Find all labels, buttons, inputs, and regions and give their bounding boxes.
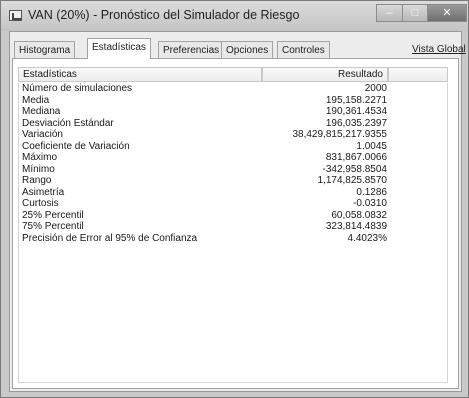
- maximize-icon: □: [411, 7, 419, 19]
- statistics-panel: Estadísticas Resultado Número de simulac…: [12, 58, 459, 389]
- row-value: 190,361.4534: [325, 106, 387, 117]
- tab-statistics[interactable]: Estadísticas: [87, 38, 151, 59]
- row-label: Asimetría: [22, 186, 65, 198]
- tab-options[interactable]: Opciones: [221, 41, 274, 58]
- row-label: Media: [22, 94, 50, 106]
- close-button[interactable]: ✕: [427, 4, 467, 22]
- row-label: Rango: [22, 175, 52, 186]
- row-value: 60,058.0832: [331, 209, 387, 221]
- row-value: 38,429,815,217.9355: [292, 129, 387, 140]
- row-label: Mediana: [22, 106, 61, 117]
- row-label: Precisión de Error al 95% de Confianza: [22, 232, 198, 244]
- table-row[interactable]: Coeficiente de Variación 1.0045: [18, 141, 398, 153]
- table-row[interactable]: Variación 38,429,815,217.9355: [18, 129, 398, 141]
- tab-histogram[interactable]: Histograma: [14, 41, 76, 58]
- table-row[interactable]: Media 195,158.2271: [18, 95, 398, 107]
- chart-app-icon: [9, 10, 22, 21]
- table-row[interactable]: 25% Percentil 60,058.0832: [18, 210, 398, 222]
- row-label: Variación: [22, 129, 63, 140]
- minimize-button[interactable]: –: [376, 4, 403, 22]
- row-label: 25% Percentil: [22, 209, 84, 221]
- table-row[interactable]: Curtosis -0.0310: [18, 198, 398, 210]
- empty-column-header: [388, 67, 448, 82]
- row-value: 4.4023%: [347, 232, 387, 244]
- table-row[interactable]: 75% Percentil 323,814.4839: [18, 221, 398, 233]
- forecast-window: VAN (20%) - Pronóstico del Simulador de …: [0, 0, 469, 398]
- row-label: Mínimo: [22, 163, 55, 175]
- row-value: -342,958.8504: [322, 163, 387, 175]
- row-value: 196,035.2397: [325, 117, 387, 129]
- row-value: 195,158.2271: [325, 94, 387, 106]
- statistics-rows: Número de simulaciones 2000 Media 195,158.…: [18, 83, 398, 244]
- result-column-header[interactable]: Resultado: [262, 67, 388, 82]
- row-value: 831,867.0066: [325, 152, 387, 163]
- row-label: Máximo: [22, 152, 58, 163]
- close-icon: ✕: [442, 7, 452, 19]
- table-row[interactable]: Máximo 831,867.0066: [18, 152, 398, 164]
- row-label: Número de simulaciones: [22, 83, 133, 94]
- row-value: -0.0310: [353, 198, 387, 209]
- title-bar[interactable]: VAN (20%) - Pronóstico del Simulador de …: [1, 1, 468, 31]
- row-value: 323,814.4839: [325, 221, 387, 232]
- table-row[interactable]: Número de simulaciones 2000: [18, 83, 398, 95]
- maximize-button[interactable]: □: [402, 4, 428, 22]
- table-row[interactable]: Asimetría 0.1286: [18, 187, 398, 199]
- tab-controls[interactable]: Controles: [277, 41, 330, 58]
- table-row[interactable]: Rango 1,174,825.8570: [18, 175, 398, 187]
- row-label: Curtosis: [22, 198, 59, 209]
- window-title: VAN (20%) - Pronóstico del Simulador de …: [28, 8, 300, 22]
- row-value: 2000: [364, 83, 387, 94]
- row-value: 1,174,825.8570: [317, 175, 387, 186]
- row-value: 0.1286: [356, 186, 387, 198]
- row-label: Coeficiente de Variación: [22, 140, 130, 152]
- statistics-column-header[interactable]: Estadísticas: [18, 67, 262, 82]
- row-label: 75% Percentil: [22, 221, 84, 232]
- tab-preferences[interactable]: Preferencias: [158, 41, 225, 58]
- table-row[interactable]: Precisión de Error al 95% de Confianza 4.…: [18, 233, 398, 245]
- minimize-icon: –: [386, 7, 393, 19]
- table-row[interactable]: Mínimo -342,958.8504: [18, 164, 398, 176]
- row-label: Desviación Estándar: [22, 117, 114, 129]
- window-client-area: Histograma Estadísticas Preferencias Opc…: [9, 31, 466, 392]
- row-value: 1.0045: [356, 140, 387, 152]
- table-row[interactable]: Desviación Estándar 196,035.2397: [18, 118, 398, 130]
- table-row[interactable]: Mediana 190,361.4534: [18, 106, 398, 118]
- global-view-link[interactable]: Vista Global: [412, 44, 466, 55]
